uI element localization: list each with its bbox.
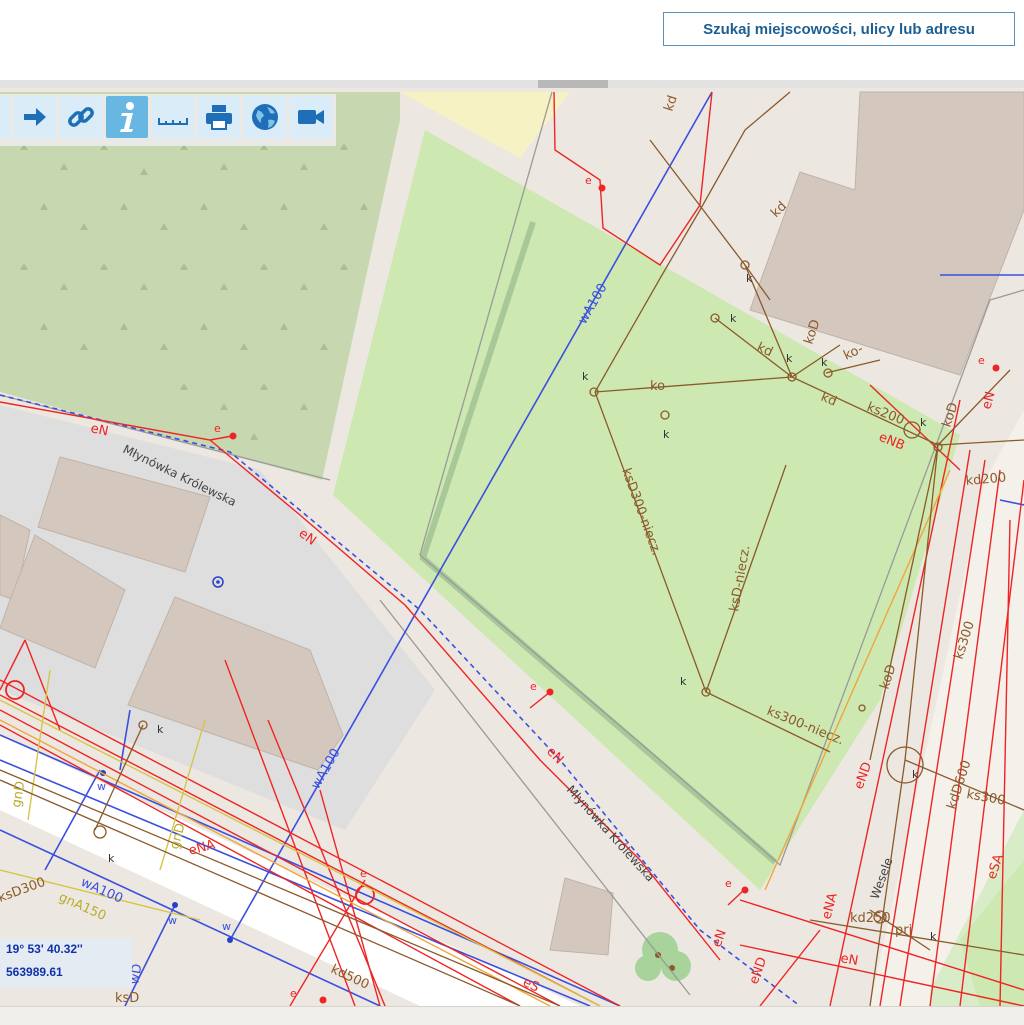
status-bar bbox=[0, 1006, 1024, 1025]
power-node-label: e bbox=[585, 174, 592, 187]
sewer-label: kd250 bbox=[850, 911, 891, 926]
manhole-label: k bbox=[746, 272, 753, 285]
manhole-label: k bbox=[663, 428, 670, 441]
ruler-icon bbox=[158, 118, 188, 125]
tool-arrow-right[interactable] bbox=[14, 96, 56, 138]
power-node-label: e bbox=[725, 877, 732, 890]
coordinates-panel: 19° 53' 40.32'' 563989.61 bbox=[0, 938, 132, 988]
manhole-label: k bbox=[730, 312, 737, 325]
manhole-label: k bbox=[680, 675, 687, 688]
manhole-label: k bbox=[157, 723, 164, 736]
search-address-button[interactable]: Szukaj miejscowości, ulicy lub adresu bbox=[663, 12, 1015, 46]
power-node-label: e bbox=[214, 422, 221, 435]
tool-globe[interactable] bbox=[244, 96, 286, 138]
arrow-right-icon bbox=[24, 108, 46, 126]
coordinate-y: 563989.61 bbox=[6, 965, 63, 979]
manhole-label: k bbox=[821, 356, 828, 369]
sewer-label: ko bbox=[650, 379, 665, 394]
printer-icon bbox=[206, 105, 232, 130]
tool-print[interactable] bbox=[198, 96, 240, 138]
manhole-label: k bbox=[912, 768, 919, 781]
power-node-label: e bbox=[978, 354, 985, 367]
splitter-handle[interactable] bbox=[538, 80, 608, 88]
map-canvas[interactable]: Młynówka Królewska Młynówka Królewska We… bbox=[0, 88, 1024, 1006]
sewer-label: prj bbox=[895, 923, 912, 938]
power-node-label: e bbox=[290, 987, 297, 1000]
manhole-label: k bbox=[108, 852, 115, 865]
tool-link[interactable] bbox=[60, 96, 102, 138]
tool-ruler[interactable] bbox=[152, 96, 194, 138]
manhole-label: k bbox=[920, 416, 927, 429]
tool-info[interactable] bbox=[106, 96, 148, 138]
globe-icon bbox=[252, 104, 278, 130]
water-node-label: w bbox=[222, 920, 231, 933]
info-icon bbox=[120, 102, 134, 132]
tool-partial[interactable] bbox=[0, 96, 10, 138]
map-toolbar bbox=[0, 94, 336, 146]
manhole-label: k bbox=[786, 352, 793, 365]
tool-video[interactable] bbox=[290, 96, 332, 138]
hydrant-icon-dot bbox=[216, 580, 220, 584]
coordinate-longitude: 19° 53' 40.32'' bbox=[6, 942, 83, 956]
power-label: eN bbox=[839, 951, 859, 969]
video-camera-icon bbox=[298, 110, 324, 124]
sewer-label: ksD bbox=[115, 991, 139, 1006]
water-node-label: w bbox=[97, 780, 106, 793]
manhole-label: k bbox=[930, 930, 937, 943]
header-bar: Szukaj miejscowości, ulicy lub adresu bbox=[0, 0, 1024, 80]
manhole-label: k bbox=[582, 370, 589, 383]
power-node-label: e bbox=[360, 867, 367, 880]
link-icon bbox=[68, 107, 94, 127]
water-node-label: w bbox=[168, 914, 177, 927]
map-view[interactable]: Młynówka Królewska Młynówka Królewska We… bbox=[0, 88, 1024, 1006]
power-node-label: e bbox=[530, 680, 537, 693]
panel-splitter[interactable] bbox=[0, 80, 1024, 88]
